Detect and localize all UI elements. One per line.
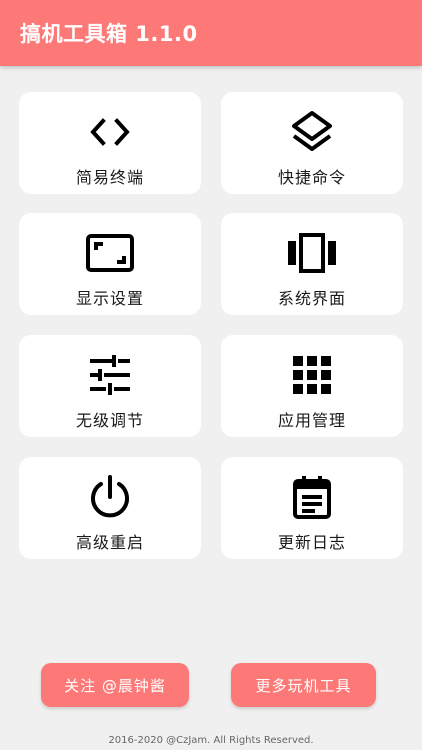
calendar-notes-icon <box>286 471 338 523</box>
apps-grid-icon <box>286 349 338 401</box>
tune-sliders-icon <box>84 349 136 401</box>
tool-label-shortcuts: 快捷命令 <box>277 168 346 187</box>
tool-label-advanced-reboot: 高级重启 <box>75 533 144 552</box>
layers-icon <box>286 106 338 158</box>
tool-card-changelog[interactable]: 更新日志 <box>221 457 403 559</box>
aspect-ratio-icon <box>84 227 136 279</box>
app-title: 搞机工具箱 1.1.0 <box>20 22 198 46</box>
more-tools-button[interactable]: 更多玩机工具 <box>231 663 376 707</box>
tool-card-advanced-reboot[interactable]: 高级重启 <box>19 457 201 559</box>
tool-card-terminal[interactable]: 简易终端 <box>19 92 201 194</box>
tool-card-app-manager[interactable]: 应用管理 <box>221 335 403 437</box>
tool-card-display-settings[interactable]: 显示设置 <box>19 213 201 315</box>
app-bar: 搞机工具箱 1.1.0 <box>0 0 422 66</box>
tool-card-system-ui[interactable]: 系统界面 <box>221 213 403 315</box>
tool-label-display-settings: 显示设置 <box>75 289 144 308</box>
power-icon <box>84 471 136 523</box>
follow-author-button[interactable]: 关注 @晨钟酱 <box>41 663 189 707</box>
tool-label-system-ui: 系统界面 <box>277 289 346 308</box>
tool-label-stepless-adjust: 无级调节 <box>75 411 144 430</box>
tool-card-stepless-adjust[interactable]: 无级调节 <box>19 335 201 437</box>
view-carousel-icon <box>286 227 338 279</box>
tool-label-app-manager: 应用管理 <box>277 411 346 430</box>
tool-card-shortcuts[interactable]: 快捷命令 <box>221 92 403 194</box>
code-brackets-icon <box>84 106 136 158</box>
tool-label-changelog: 更新日志 <box>277 533 346 552</box>
tool-label-terminal: 简易终端 <box>75 168 144 187</box>
copyright-footer: 2016-2020 @CzJam. All Rights Reserved. <box>108 735 314 746</box>
